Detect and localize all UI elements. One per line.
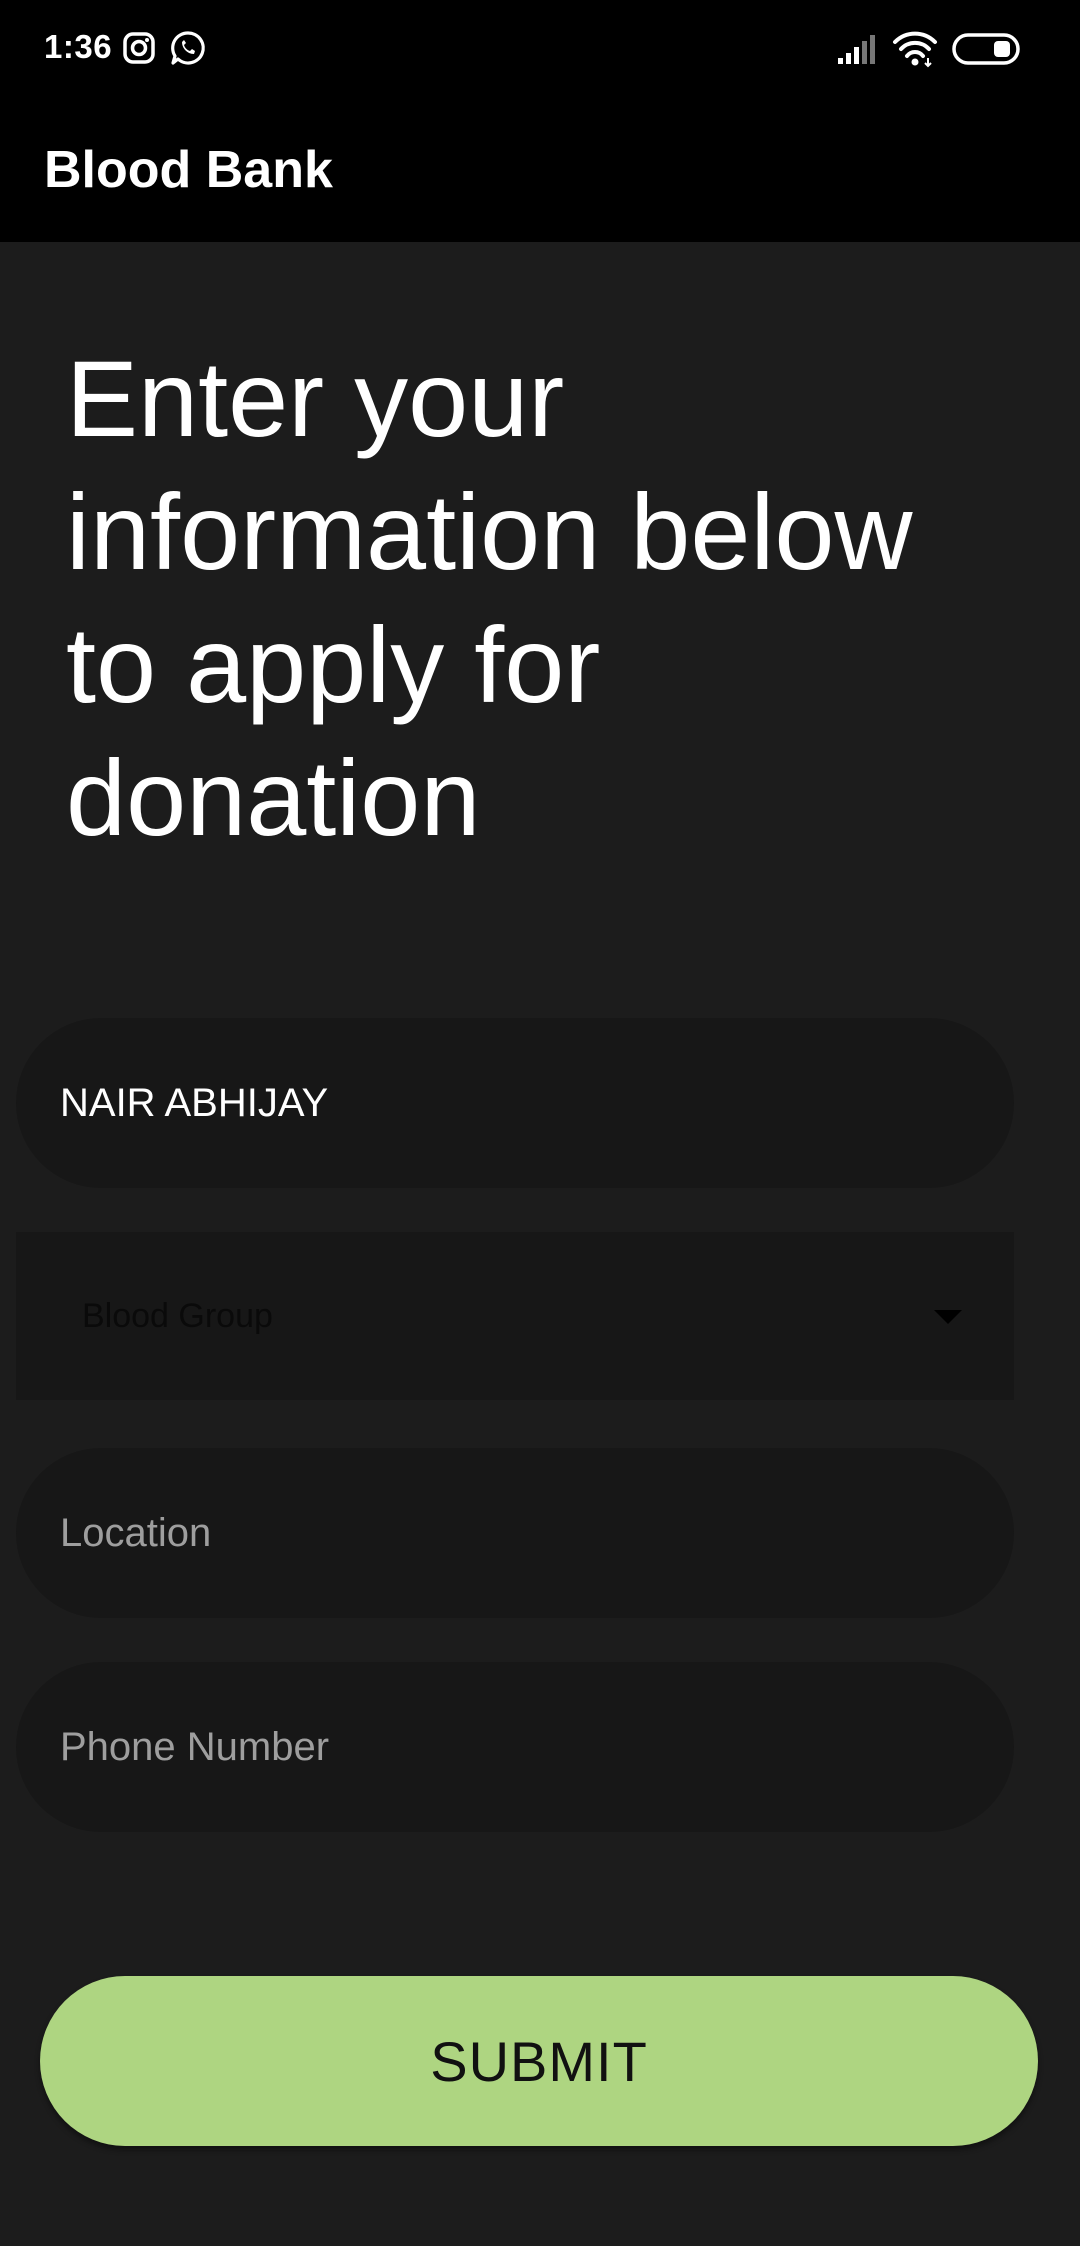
phone-number-field[interactable]: Phone Number xyxy=(16,1662,1014,1832)
blood-group-dropdown[interactable]: Blood Group xyxy=(16,1232,1014,1400)
app-bar-title: Blood Bank xyxy=(44,141,333,199)
cell-signal-icon xyxy=(838,35,875,64)
submit-button[interactable]: SUBMIT xyxy=(40,1976,1038,2146)
status-bar: 1:36 xyxy=(0,0,1080,96)
page-headline: Enter your information below to apply fo… xyxy=(66,338,913,858)
status-time: 1:36 xyxy=(44,28,113,65)
top-bar: 1:36 Blood Bank xyxy=(0,0,1080,242)
blood-group-placeholder: Blood Group xyxy=(82,1296,273,1335)
location-field[interactable]: Location xyxy=(16,1448,1014,1618)
chevron-down-icon xyxy=(934,1310,962,1324)
wifi-icon xyxy=(893,31,937,68)
whatsapp-icon xyxy=(171,31,205,65)
battery-icon xyxy=(952,33,1020,65)
instagram-icon xyxy=(123,32,155,64)
name-field[interactable]: NAIR ABHIJAY xyxy=(16,1018,1014,1188)
